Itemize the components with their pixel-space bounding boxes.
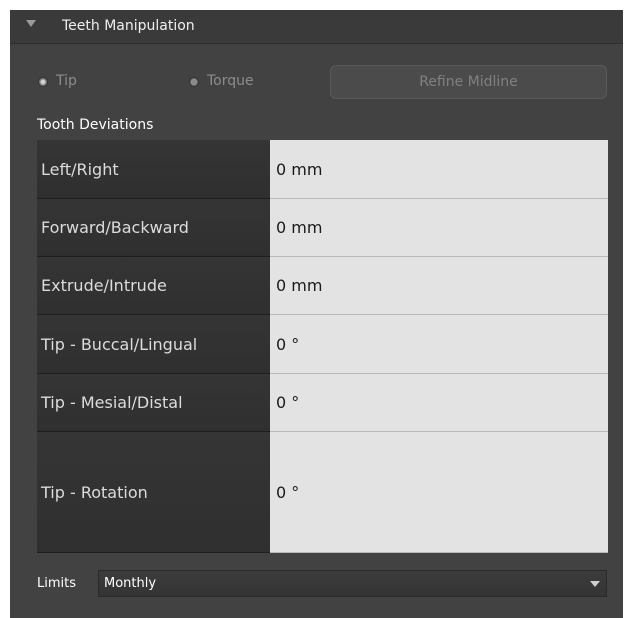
deviation-label: Tip - Rotation (37, 432, 270, 553)
radio-unselected-icon[interactable] (189, 77, 199, 87)
radio-selected-icon[interactable] (38, 77, 48, 87)
refine-midline-button[interactable]: Refine Midline (330, 65, 607, 99)
deviation-label: Left/Right (37, 140, 270, 199)
deviation-value-field[interactable]: 0 ° (270, 432, 608, 553)
deviation-row: Tip - Rotation 0 ° (37, 432, 608, 553)
deviation-label: Tip - Mesial/Distal (37, 374, 270, 432)
panel-title: Teeth Manipulation (62, 18, 195, 34)
limits-label: Limits (37, 576, 76, 591)
deviation-value-field[interactable]: 0 mm (270, 257, 608, 315)
tooth-deviations-grid: Left/Right 0 mm Forward/Backward 0 mm Ex… (37, 140, 608, 553)
deviation-row: Tip - Mesial/Distal 0 ° (37, 374, 608, 432)
deviation-row: Extrude/Intrude 0 mm (37, 257, 608, 315)
deviation-label: Forward/Backward (37, 199, 270, 257)
deviation-row: Left/Right 0 mm (37, 140, 608, 199)
limits-selected-value: Monthly (104, 576, 157, 591)
deviation-value-field[interactable]: 0 ° (270, 315, 608, 374)
deviation-value-field[interactable]: 0 ° (270, 374, 608, 432)
deviation-value-field[interactable]: 0 mm (270, 199, 608, 257)
chevron-down-icon[interactable] (590, 581, 600, 587)
deviation-label: Tip - Buccal/Lingual (37, 315, 270, 374)
tip-radio-label: Tip (56, 73, 77, 89)
deviation-label: Extrude/Intrude (37, 257, 270, 315)
triangle-down-icon[interactable] (26, 20, 36, 27)
tooth-deviations-heading: Tooth Deviations (37, 117, 154, 133)
deviation-value-field[interactable]: 0 mm (270, 140, 608, 199)
panel-header[interactable]: Teeth Manipulation (10, 10, 623, 44)
limits-select[interactable]: Monthly (98, 570, 607, 597)
deviation-row: Tip - Buccal/Lingual 0 ° (37, 315, 608, 374)
deviation-row: Forward/Backward 0 mm (37, 199, 608, 257)
teeth-manipulation-panel: Teeth Manipulation Tip Torque Refine Mid… (10, 10, 623, 618)
torque-radio-label: Torque (207, 73, 254, 89)
